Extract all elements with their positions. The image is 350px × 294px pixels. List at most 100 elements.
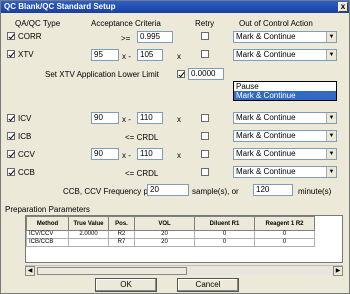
table-row[interactable]: ICV/CCV 2.0000 R2 20 0 0 — [26, 230, 315, 239]
high-ccv-input[interactable]: 110 — [137, 148, 163, 160]
action-select-xtv[interactable]: Mark & Continue ▼ — [233, 49, 337, 61]
low-icv-input[interactable]: 90 — [91, 112, 119, 124]
checkbox-xtv[interactable] — [7, 50, 15, 58]
cancel-button[interactable]: Cancel — [177, 278, 239, 292]
unit-xtv: x — [177, 52, 181, 61]
action-value-xtv: Mark & Continue — [236, 50, 296, 59]
prep-grid[interactable]: Method True Value Pos. VOL Diluent R1 Re… — [25, 215, 343, 263]
action-select-ccv[interactable]: Mark & Continue ▼ — [233, 148, 337, 160]
label-xtv: XTV — [18, 50, 34, 59]
header-action: Out of Control Action — [239, 19, 313, 28]
label-icv: ICV — [18, 114, 32, 123]
op-ccb: <= CRDL — [125, 169, 159, 178]
cell-diluent[interactable]: 0 — [194, 230, 255, 239]
cell-diluent[interactable]: 0 — [194, 238, 255, 247]
cell-reagent[interactable]: 0 — [254, 230, 315, 239]
col-method[interactable]: Method — [26, 216, 69, 231]
close-button[interactable]: x — [338, 2, 348, 12]
chevron-down-icon[interactable]: ▼ — [326, 32, 336, 42]
low-xtv-input[interactable]: 95 — [91, 49, 119, 61]
header-type: QA/QC Type — [15, 19, 61, 28]
ok-button[interactable]: OK — [95, 278, 157, 292]
retry-checkbox-corr[interactable] — [201, 32, 209, 40]
window-title: QC Blank/QC Standard Setup — [4, 2, 116, 11]
prep-table: Method True Value Pos. VOL Diluent R1 Re… — [26, 216, 315, 247]
op-ccv: x - — [122, 151, 131, 160]
frequency-minutes-input[interactable]: 120 — [253, 184, 293, 196]
label-corr: CORR — [18, 32, 42, 41]
prep-section-label: Preparation Parameters — [5, 205, 90, 214]
chevron-down-icon[interactable]: ▼ — [326, 50, 336, 60]
action-select-icv[interactable]: Mark & Continue ▼ — [233, 112, 337, 124]
scroll-left-icon[interactable]: ◀ — [25, 266, 35, 276]
retry-checkbox-ccv[interactable] — [201, 150, 209, 158]
unit-icv: x — [177, 115, 181, 124]
scroll-right-icon[interactable]: ▶ — [333, 266, 343, 276]
table-row[interactable]: ICB/CCB R7 20 0 0 — [26, 238, 315, 247]
retry-checkbox-ccb[interactable] — [201, 168, 209, 176]
frequency-samples-input[interactable]: 20 — [147, 184, 189, 196]
cell-vol[interactable]: 20 — [134, 230, 195, 239]
frequency-minutes-unit: minute(s) — [298, 187, 332, 196]
cell-true-value[interactable] — [68, 238, 109, 247]
frequency-label: CCB, CCV Frequency per — [63, 187, 156, 196]
high-xtv-input[interactable]: 105 — [137, 49, 163, 61]
cell-method[interactable]: ICV/CCV — [26, 230, 69, 239]
chevron-down-icon[interactable]: ▼ — [326, 131, 336, 141]
op-corr: >= — [121, 34, 131, 43]
action-value-corr: Mark & Continue — [236, 32, 296, 41]
action-select-corr[interactable]: Mark & Continue ▼ — [233, 31, 337, 43]
action-value-ccb: Mark & Continue — [236, 167, 296, 176]
col-true-value[interactable]: True Value — [68, 216, 109, 231]
frequency-samples-unit: sample(s), or — [192, 187, 239, 196]
op-icv: x - — [122, 115, 131, 124]
cell-pos[interactable]: R2 — [108, 230, 135, 239]
scroll-thumb[interactable] — [37, 267, 187, 275]
xtv-lower-limit-input[interactable]: 0.0000 — [188, 68, 224, 80]
chevron-down-icon[interactable]: ▼ — [326, 167, 336, 177]
col-diluent[interactable]: Diluent R1 — [194, 216, 255, 231]
action-select-icb[interactable]: Mark & Continue ▼ — [233, 130, 337, 142]
retry-checkbox-icv[interactable] — [201, 114, 209, 122]
action-select-ccb[interactable]: Mark & Continue ▼ — [233, 166, 337, 178]
op-xtv: x - — [122, 52, 131, 61]
col-reagent[interactable]: Reagent 1 R2 — [254, 216, 315, 231]
dropdown-option-mark-continue[interactable]: Mark & Continue — [234, 91, 336, 100]
col-vol[interactable]: VOL — [134, 216, 195, 231]
label-ccv: CCV — [18, 150, 35, 159]
action-value-icb: Mark & Continue — [236, 131, 296, 140]
header-criteria: Acceptance Criteria — [91, 19, 161, 28]
xtv-lower-limit-label: Set XTV Application Lower Limit — [45, 70, 159, 79]
horizontal-scrollbar[interactable]: ◀ ▶ — [25, 265, 343, 276]
header-retry: Retry — [195, 19, 215, 28]
chevron-down-icon[interactable]: ▼ — [326, 113, 336, 123]
label-icb: ICB — [18, 132, 32, 141]
action-value-icv: Mark & Continue — [236, 113, 296, 122]
chevron-down-icon[interactable]: ▼ — [326, 149, 336, 159]
high-icv-input[interactable]: 110 — [137, 112, 163, 124]
cell-method[interactable]: ICB/CCB — [26, 238, 69, 247]
checkbox-icb[interactable] — [7, 132, 15, 140]
qc-setup-dialog: QC Blank/QC Standard Setup x QA/QC Type … — [0, 0, 350, 294]
retry-checkbox-xtv[interactable] — [201, 50, 209, 58]
label-ccb: CCB — [18, 168, 35, 177]
op-icb: <= CRDL — [125, 133, 159, 142]
checkbox-icv[interactable] — [7, 114, 15, 122]
cell-true-value[interactable]: 2.0000 — [68, 230, 109, 239]
checkbox-corr[interactable] — [7, 32, 15, 40]
action-value-ccv: Mark & Continue — [236, 149, 296, 158]
cell-vol[interactable]: 20 — [134, 238, 195, 247]
prep-header-row: Method True Value Pos. VOL Diluent R1 Re… — [26, 216, 315, 231]
checkbox-ccb[interactable] — [7, 168, 15, 176]
checkbox-ccv[interactable] — [7, 150, 15, 158]
action-dropdown-list[interactable]: Pause Mark & Continue — [233, 81, 337, 101]
retry-checkbox-icb[interactable] — [201, 132, 209, 140]
col-pos[interactable]: Pos. — [108, 216, 135, 231]
unit-ccv: x — [177, 151, 181, 160]
low-ccv-input[interactable]: 90 — [91, 148, 119, 160]
dropdown-option-pause[interactable]: Pause — [234, 82, 336, 91]
cell-reagent[interactable]: 0 — [254, 238, 315, 247]
high-corr-input[interactable]: 0.995 — [137, 31, 173, 43]
xtv-lower-limit-checkbox[interactable] — [177, 70, 185, 78]
cell-pos[interactable]: R7 — [108, 238, 135, 247]
